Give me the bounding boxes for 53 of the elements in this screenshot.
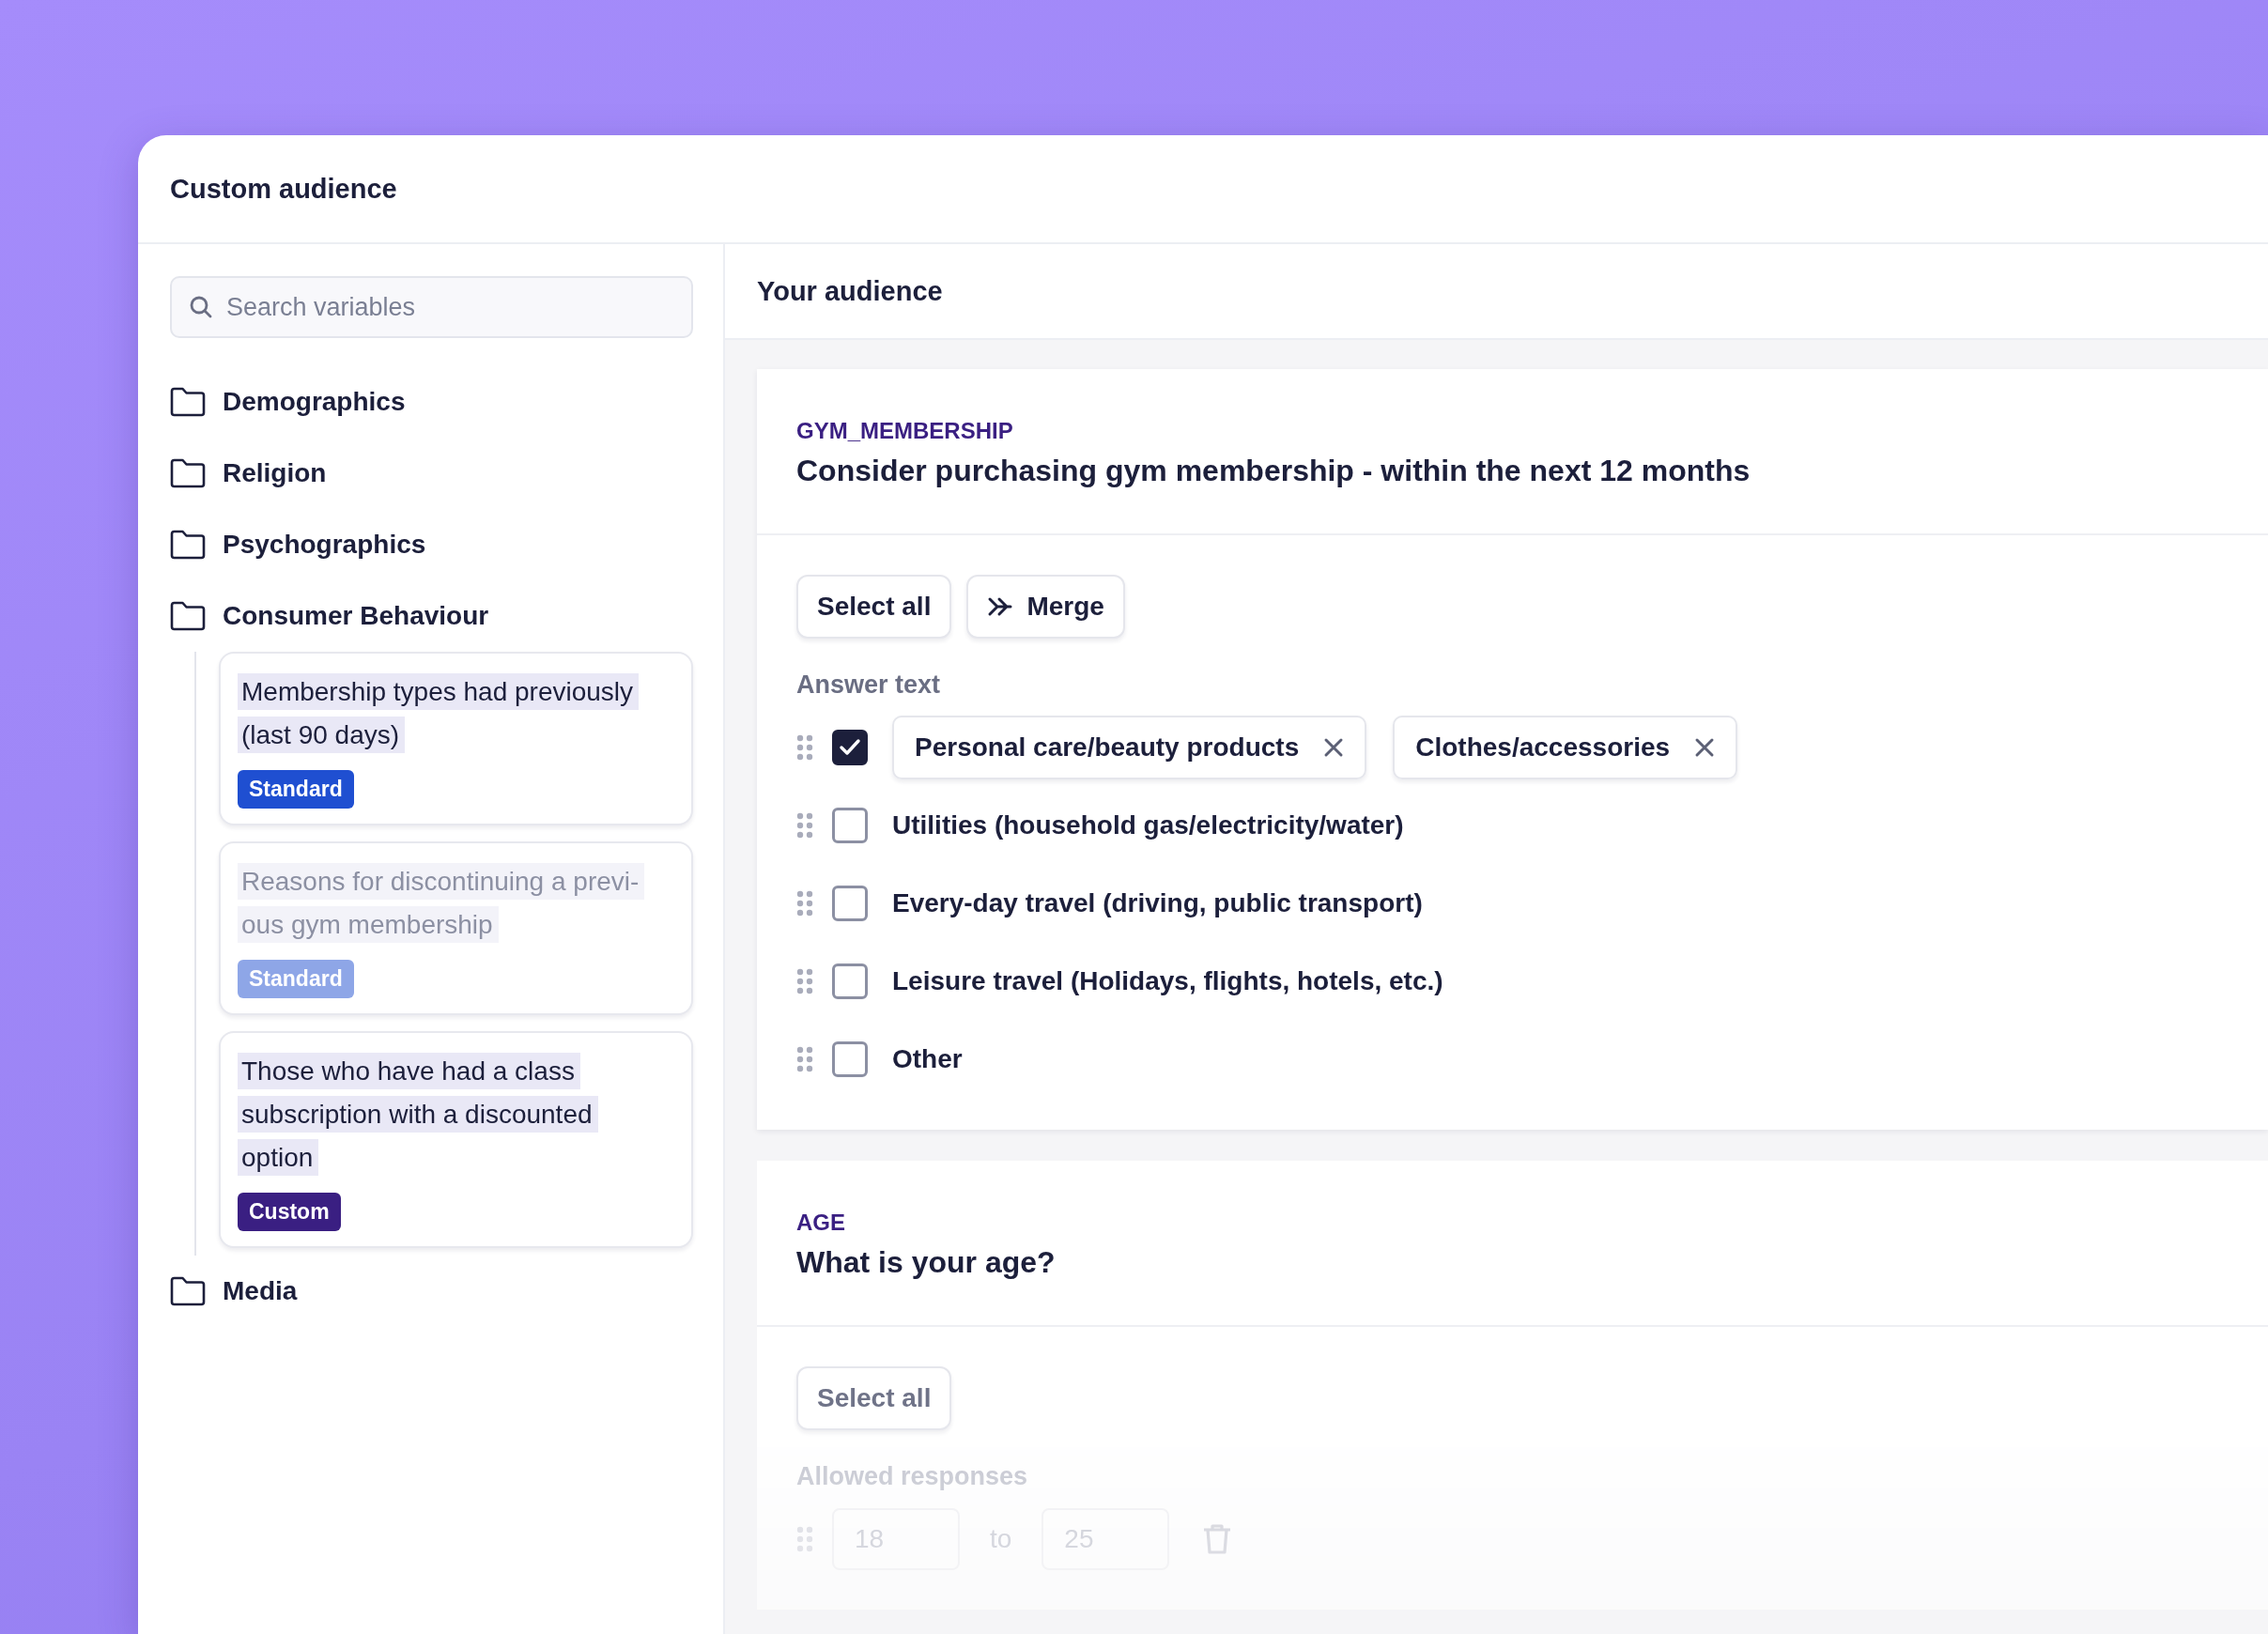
variable-tag: Standard <box>238 770 354 809</box>
folder-label: Religion <box>223 458 327 488</box>
folder-label: Demographics <box>223 387 406 417</box>
folder-icon <box>170 530 206 560</box>
variable-tag: Custom <box>238 1193 341 1231</box>
folder-icon <box>170 601 206 631</box>
answer-text: Every-day travel (driving, public transport) <box>892 888 1423 918</box>
checkbox[interactable] <box>832 1041 868 1077</box>
folder-item[interactable]: Psychographics <box>170 509 693 580</box>
variable-tag: Standard <box>238 960 354 998</box>
drag-handle-icon[interactable] <box>796 1526 813 1552</box>
answer-text: Personal care/beauty products <box>915 732 1300 763</box>
folder-item[interactable]: Consumer Behaviour <box>170 580 693 652</box>
answer-text: Other <box>892 1044 963 1074</box>
close-icon[interactable] <box>1323 737 1345 758</box>
merge-button[interactable]: Merge <box>966 575 1125 639</box>
window-title: Custom audience <box>170 173 397 205</box>
double-chevron-icon <box>987 596 1014 617</box>
search-field[interactable]: Search variables <box>170 276 693 338</box>
drag-handle-icon[interactable] <box>796 1046 813 1072</box>
search-icon <box>189 295 213 319</box>
folder-item[interactable]: Religion <box>170 438 693 509</box>
folder-icon <box>170 387 206 417</box>
section-label: Answer text <box>796 671 941 700</box>
checkbox[interactable] <box>832 886 868 921</box>
checkbox[interactable] <box>832 808 868 843</box>
folder-item[interactable]: Demographics <box>170 366 693 438</box>
drag-handle-icon[interactable] <box>796 968 813 994</box>
checkbox[interactable] <box>832 963 868 999</box>
question-text: Consider purchasing gym membership - within the next 12 months <box>796 454 1751 488</box>
drag-handle-icon[interactable] <box>796 734 813 761</box>
variable-card[interactable]: Membership types had previously (last 90 days) Standard <box>219 652 693 825</box>
drag-handle-icon[interactable] <box>796 890 813 917</box>
check-icon <box>839 738 861 757</box>
select-all-button[interactable]: Select all <box>796 1366 952 1430</box>
variable-code: AGE <box>796 1210 845 1236</box>
variable-card[interactable]: Those who have had a class subscription with a discounted option Custom <box>219 1031 693 1248</box>
folder-label: Media <box>223 1276 298 1306</box>
folder-item[interactable]: Media <box>170 1256 693 1327</box>
folder-label: Psychographics <box>223 530 426 560</box>
panel-title: Your audience <box>757 275 943 307</box>
question-text: What is your age? <box>796 1245 1056 1280</box>
answer-text: Clothes/accessories <box>1415 732 1671 763</box>
drag-handle-icon[interactable] <box>796 812 813 839</box>
select-all-button[interactable]: Select all <box>796 575 952 639</box>
folder-icon <box>170 1276 206 1306</box>
answer-text: Utilities (household gas/electricity/water) <box>892 810 1404 840</box>
folder-label: Consumer Behaviour <box>223 601 489 631</box>
variable-code: GYM_MEMBERSHIP <box>796 418 1013 444</box>
checkbox[interactable] <box>832 730 868 765</box>
close-icon[interactable] <box>1694 737 1716 758</box>
answer-text: Leisure travel (Holidays, flights, hotels, etc.) <box>892 966 1443 996</box>
folder-icon <box>170 458 206 488</box>
